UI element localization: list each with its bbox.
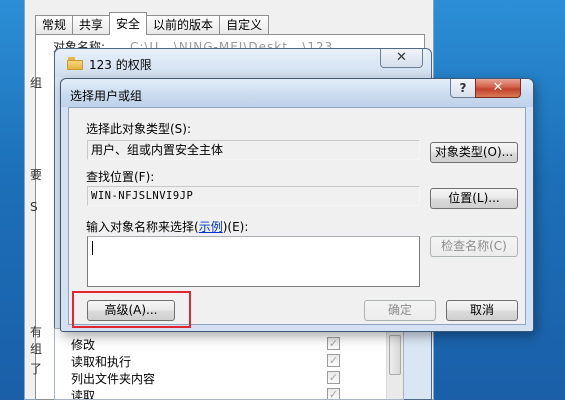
- close-icon[interactable]: ✕: [475, 79, 521, 98]
- allow-checkbox[interactable]: ✓: [327, 371, 340, 384]
- help-icon[interactable]: ?: [450, 79, 476, 98]
- properties-tabs: 常规 共享 安全 以前的版本 自定义: [35, 12, 270, 35]
- highlight-annotation: [72, 291, 191, 328]
- names-label-suffix: )(E):: [222, 220, 249, 234]
- tab-general[interactable]: 常规: [35, 15, 74, 35]
- folder-icon: [67, 57, 83, 70]
- names-label-prefix: 输入对象名称来选择(: [86, 220, 199, 234]
- tab-customize[interactable]: 自定义: [219, 15, 270, 35]
- permission-name: 列出文件夹内容: [71, 372, 156, 386]
- tab-security[interactable]: 安全: [109, 12, 148, 35]
- cancel-button[interactable]: 取消: [446, 300, 518, 321]
- permission-list-scrollbar[interactable]: [386, 329, 403, 399]
- tab-sharing[interactable]: 共享: [72, 15, 111, 35]
- close-icon[interactable]: ✕: [380, 49, 423, 68]
- object-type-field: 用户、组或内置安全主体: [87, 140, 420, 160]
- allow-checkbox[interactable]: ✓: [327, 354, 340, 367]
- list-item: 读取 ✓: [55, 386, 400, 400]
- names-label: 输入对象名称来选择(示例)(E):: [86, 218, 248, 235]
- object-types-button[interactable]: 对象类型(O)...: [430, 142, 518, 163]
- examples-link[interactable]: 示例: [199, 220, 223, 234]
- list-item: 读取和执行 ✓: [55, 352, 400, 369]
- props-edge-label: 有: [30, 325, 43, 339]
- permission-name: 读取和执行: [71, 355, 132, 369]
- tab-previous-versions[interactable]: 以前的版本: [146, 15, 221, 35]
- permissions-title: 123 的权限: [89, 58, 152, 72]
- dialog-title: 选择用户或组: [70, 89, 143, 103]
- check-names-button[interactable]: 检查名称(C): [430, 236, 518, 257]
- permission-name: 读取: [71, 389, 96, 400]
- locations-button[interactable]: 位置(L)...: [430, 188, 518, 209]
- text-caret: [92, 241, 93, 255]
- permission-name: 修改: [71, 338, 96, 352]
- permissions-titlebar: 123 的权限 ✕: [55, 49, 431, 77]
- scrollbar-thumb[interactable]: [389, 335, 401, 375]
- dialog-titlebar: 选择用户或组 ? ✕: [61, 79, 533, 107]
- location-field: WIN-NFJSLNVI9JP: [87, 186, 420, 206]
- ok-button[interactable]: 确定: [364, 300, 436, 321]
- location-label: 查找位置(F):: [86, 170, 155, 184]
- props-edge-label: 组: [30, 342, 43, 356]
- allow-checkbox[interactable]: ✓: [327, 337, 340, 350]
- permission-list[interactable]: 修改 ✓ 读取和执行 ✓ 列出文件夹内容 ✓ 读取 ✓: [54, 328, 404, 400]
- allow-checkbox[interactable]: ✓: [327, 388, 340, 399]
- props-edge-label: 组: [30, 76, 43, 90]
- list-item: 列出文件夹内容 ✓: [55, 369, 400, 386]
- props-edge-label: S: [30, 200, 38, 214]
- object-names-input[interactable]: [87, 236, 420, 287]
- props-edge-label: 要: [30, 168, 43, 182]
- list-item: 修改 ✓: [55, 335, 400, 352]
- props-edge-label: 了: [30, 362, 43, 376]
- object-type-label: 选择此对象类型(S):: [86, 122, 192, 136]
